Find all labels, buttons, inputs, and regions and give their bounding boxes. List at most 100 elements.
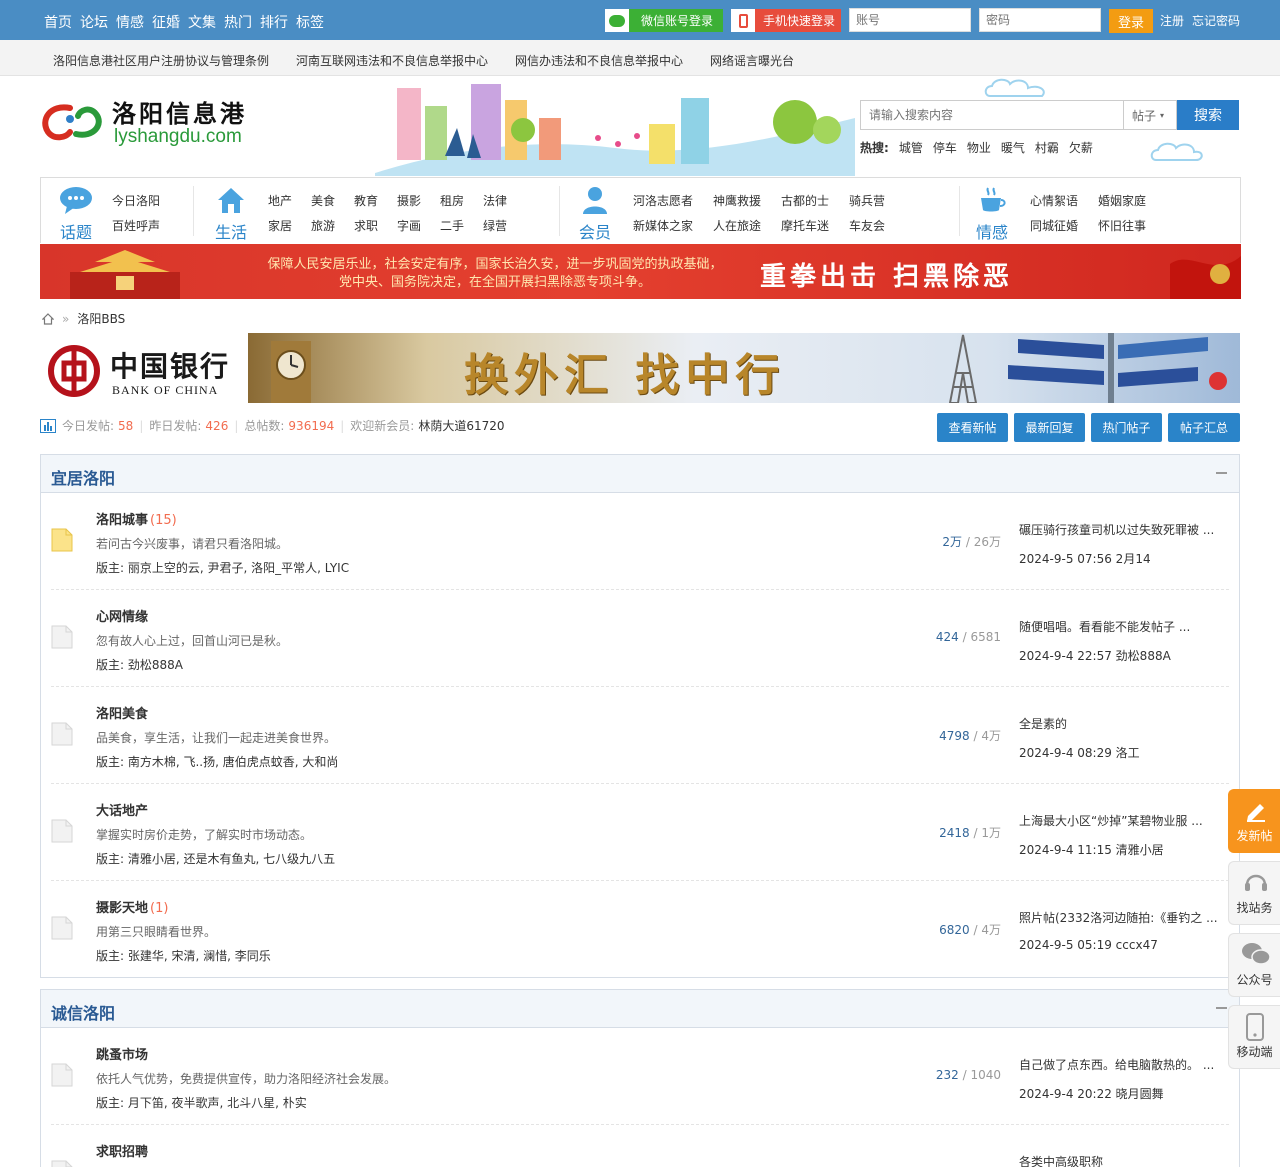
posts-summary-button[interactable]: 帖子汇总 xyxy=(1168,413,1240,442)
category-link[interactable]: 地产 xyxy=(268,192,311,209)
hot-search-item[interactable]: 暖气 xyxy=(1001,139,1025,156)
search-input[interactable] xyxy=(860,100,1124,130)
site-logo[interactable]: 洛阳信息港 lyshangdu.com xyxy=(40,92,280,152)
banner-slogan: 重拳出击 扫黑除恶 xyxy=(760,262,1014,292)
category-link[interactable]: 今日洛阳 xyxy=(112,192,172,209)
forum-name-link[interactable]: 洛阳城事 (15) xyxy=(96,509,177,528)
category-link[interactable]: 家居 xyxy=(268,217,311,234)
notice-link-rumor-exposure[interactable]: 网络谣言曝光台 xyxy=(710,52,794,69)
login-button[interactable]: 登录 xyxy=(1109,9,1153,33)
wechat-official-float-button[interactable]: 公众号 xyxy=(1228,933,1280,997)
forum-name-link[interactable]: 求职招聘 xyxy=(96,1141,150,1160)
hot-posts-button[interactable]: 热门帖子 xyxy=(1091,413,1162,442)
forum-name-link[interactable]: 摄影天地 (1) xyxy=(96,897,168,916)
hot-search-item[interactable]: 停车 xyxy=(933,139,957,156)
hot-search-item[interactable]: 欠薪 xyxy=(1069,139,1093,156)
home-icon[interactable] xyxy=(42,312,54,325)
divider xyxy=(193,186,194,236)
hot-search-item[interactable]: 城管 xyxy=(899,139,923,156)
category-link[interactable]: 绿营 xyxy=(483,217,526,234)
new-member-link[interactable]: 林荫大道61720 xyxy=(418,417,504,434)
category-link[interactable]: 河洛志愿者 xyxy=(633,192,713,209)
category-emotion[interactable]: 情感 xyxy=(967,186,1017,243)
logo-domain: lyshangdu.com xyxy=(114,126,242,147)
search-button[interactable]: 搜索 xyxy=(1177,100,1239,130)
forum-last-post: 全是素的 2024-9-4 08:29 洛工 xyxy=(1019,715,1224,761)
register-link[interactable]: 注册 xyxy=(1160,12,1184,29)
category-link[interactable]: 美食 xyxy=(311,192,354,209)
top-nav-emotion[interactable]: 情感 xyxy=(116,12,144,32)
breadcrumb-current[interactable]: 洛阳BBS xyxy=(77,310,125,327)
top-nav-hot[interactable]: 热门 xyxy=(224,12,252,32)
top-nav-tags[interactable]: 标签 xyxy=(296,12,324,32)
top-nav-dating[interactable]: 征婚 xyxy=(152,12,180,32)
last-post-meta: 2024-9-4 11:15 清雅小居 xyxy=(1019,843,1164,857)
password-input[interactable] xyxy=(979,8,1101,32)
hot-search-item[interactable]: 物业 xyxy=(967,139,991,156)
top-nav-articles[interactable]: 文集 xyxy=(188,12,216,32)
category-link[interactable]: 骑兵营 xyxy=(849,192,909,209)
notice-link-user-agreement[interactable]: 洛阳信息港社区用户注册协议与管理条例 xyxy=(53,52,269,69)
breadcrumb: » 洛阳BBS xyxy=(42,310,125,327)
category-topic[interactable]: 话题 xyxy=(51,186,101,243)
account-input[interactable] xyxy=(849,8,971,32)
forum-last-post: 上海最大小区“炒掉”某碧物业服 ... 2024-9-4 11:15 清雅小居 xyxy=(1019,812,1224,858)
category-link[interactable]: 字画 xyxy=(397,217,440,234)
phone-login-button[interactable]: 手机快速登录 xyxy=(731,9,841,32)
latest-replies-button[interactable]: 最新回复 xyxy=(1014,413,1085,442)
category-link[interactable]: 心情絮语 xyxy=(1030,192,1098,209)
category-link[interactable]: 人在旅途 xyxy=(713,217,781,234)
category-link[interactable]: 租房 xyxy=(440,192,483,209)
category-life[interactable]: 生活 xyxy=(206,186,256,243)
wechat-login-button[interactable]: 微信账号登录 xyxy=(605,9,723,32)
forum-name-link[interactable]: 跳蚤市场 xyxy=(96,1044,150,1063)
top-nav-ranking[interactable]: 排行 xyxy=(260,12,288,32)
view-new-posts-button[interactable]: 查看新帖 xyxy=(937,413,1008,442)
category-member[interactable]: 会员 xyxy=(570,186,620,243)
last-post-title-link[interactable]: 自己做了点东西。给电脑散热的。 ... xyxy=(1019,1056,1224,1073)
top-nav-forum[interactable]: 论坛 xyxy=(80,12,108,32)
category-link[interactable]: 车友会 xyxy=(849,217,909,234)
category-link[interactable]: 教育 xyxy=(354,192,397,209)
forgot-password-link[interactable]: 忘记密码 xyxy=(1192,12,1240,29)
contact-staff-float-button[interactable]: 找站务 xyxy=(1228,861,1280,925)
search-type-select[interactable]: 帖子 ▾ xyxy=(1124,100,1177,130)
category-link[interactable]: 百姓呼声 xyxy=(112,217,172,234)
last-post-title-link[interactable]: 随便唱唱。看看能不能发帖子 ... xyxy=(1019,618,1224,635)
section-title[interactable]: 诚信洛阳 xyxy=(51,1000,115,1024)
last-post-title-link[interactable]: 全是素的 xyxy=(1019,715,1224,732)
collapse-icon[interactable] xyxy=(1216,1007,1227,1009)
forum-name-link[interactable]: 洛阳美食 xyxy=(96,703,150,722)
new-post-float-button[interactable]: 发新帖 xyxy=(1228,789,1280,853)
category-link[interactable]: 怀旧往事 xyxy=(1098,217,1158,234)
category-link[interactable]: 摩托车迷 xyxy=(781,217,849,234)
last-post-title-link[interactable]: 各类中高级职称 xyxy=(1019,1153,1224,1167)
category-link[interactable]: 求职 xyxy=(354,217,397,234)
forum-name-link[interactable]: 大话地产 xyxy=(96,800,150,819)
mobile-float-button[interactable]: 移动端 xyxy=(1228,1005,1280,1069)
category-link[interactable]: 同城征婚 xyxy=(1030,217,1098,234)
notice-link-cac-report[interactable]: 网信办违法和不良信息举报中心 xyxy=(515,52,683,69)
forum-name: 心网情缘 xyxy=(96,610,149,625)
category-link[interactable]: 古都的士 xyxy=(781,192,849,209)
bank-of-china-ad[interactable]: 中国银行 BANK OF CHINA 换外汇 找中行 xyxy=(40,333,1240,403)
category-link[interactable]: 神鹰救援 xyxy=(713,192,781,209)
last-post-title-link[interactable]: 照片帖(2332洛河边随拍:《垂钓之 ... xyxy=(1019,909,1224,926)
collapse-icon[interactable] xyxy=(1216,472,1227,474)
forum-name-link[interactable]: 心网情缘 xyxy=(96,606,150,625)
new-post-float-label: 发新帖 xyxy=(1236,829,1273,843)
category-link[interactable]: 二手 xyxy=(440,217,483,234)
category-link[interactable]: 婚姻家庭 xyxy=(1098,192,1158,209)
last-post-title-link[interactable]: 上海最大小区“炒掉”某碧物业服 ... xyxy=(1019,812,1224,829)
last-post-title-link[interactable]: 碾压骑行孩童司机以过失致死罪被 ... xyxy=(1019,521,1224,538)
section-title[interactable]: 宜居洛阳 xyxy=(51,465,115,489)
category-link[interactable]: 法律 xyxy=(483,192,526,209)
category-link[interactable]: 旅游 xyxy=(311,217,354,234)
top-nav-home[interactable]: 首页 xyxy=(44,12,72,32)
category-link[interactable]: 新媒体之家 xyxy=(633,217,713,234)
forum-row: 洛阳美食 品美食，享生活，让我们一起走进美食世界。 版主: 南方木棉, 飞..扬, … xyxy=(51,687,1229,784)
anti-crime-banner[interactable]: 保障人民安居乐业，社会安定有序，国家长治久安，进一步巩固党的执政基础， 党中央、… xyxy=(40,244,1241,299)
notice-link-henan-report[interactable]: 河南互联网违法和不良信息举报中心 xyxy=(296,52,488,69)
hot-search-item[interactable]: 村霸 xyxy=(1035,139,1059,156)
category-link[interactable]: 摄影 xyxy=(397,192,440,209)
